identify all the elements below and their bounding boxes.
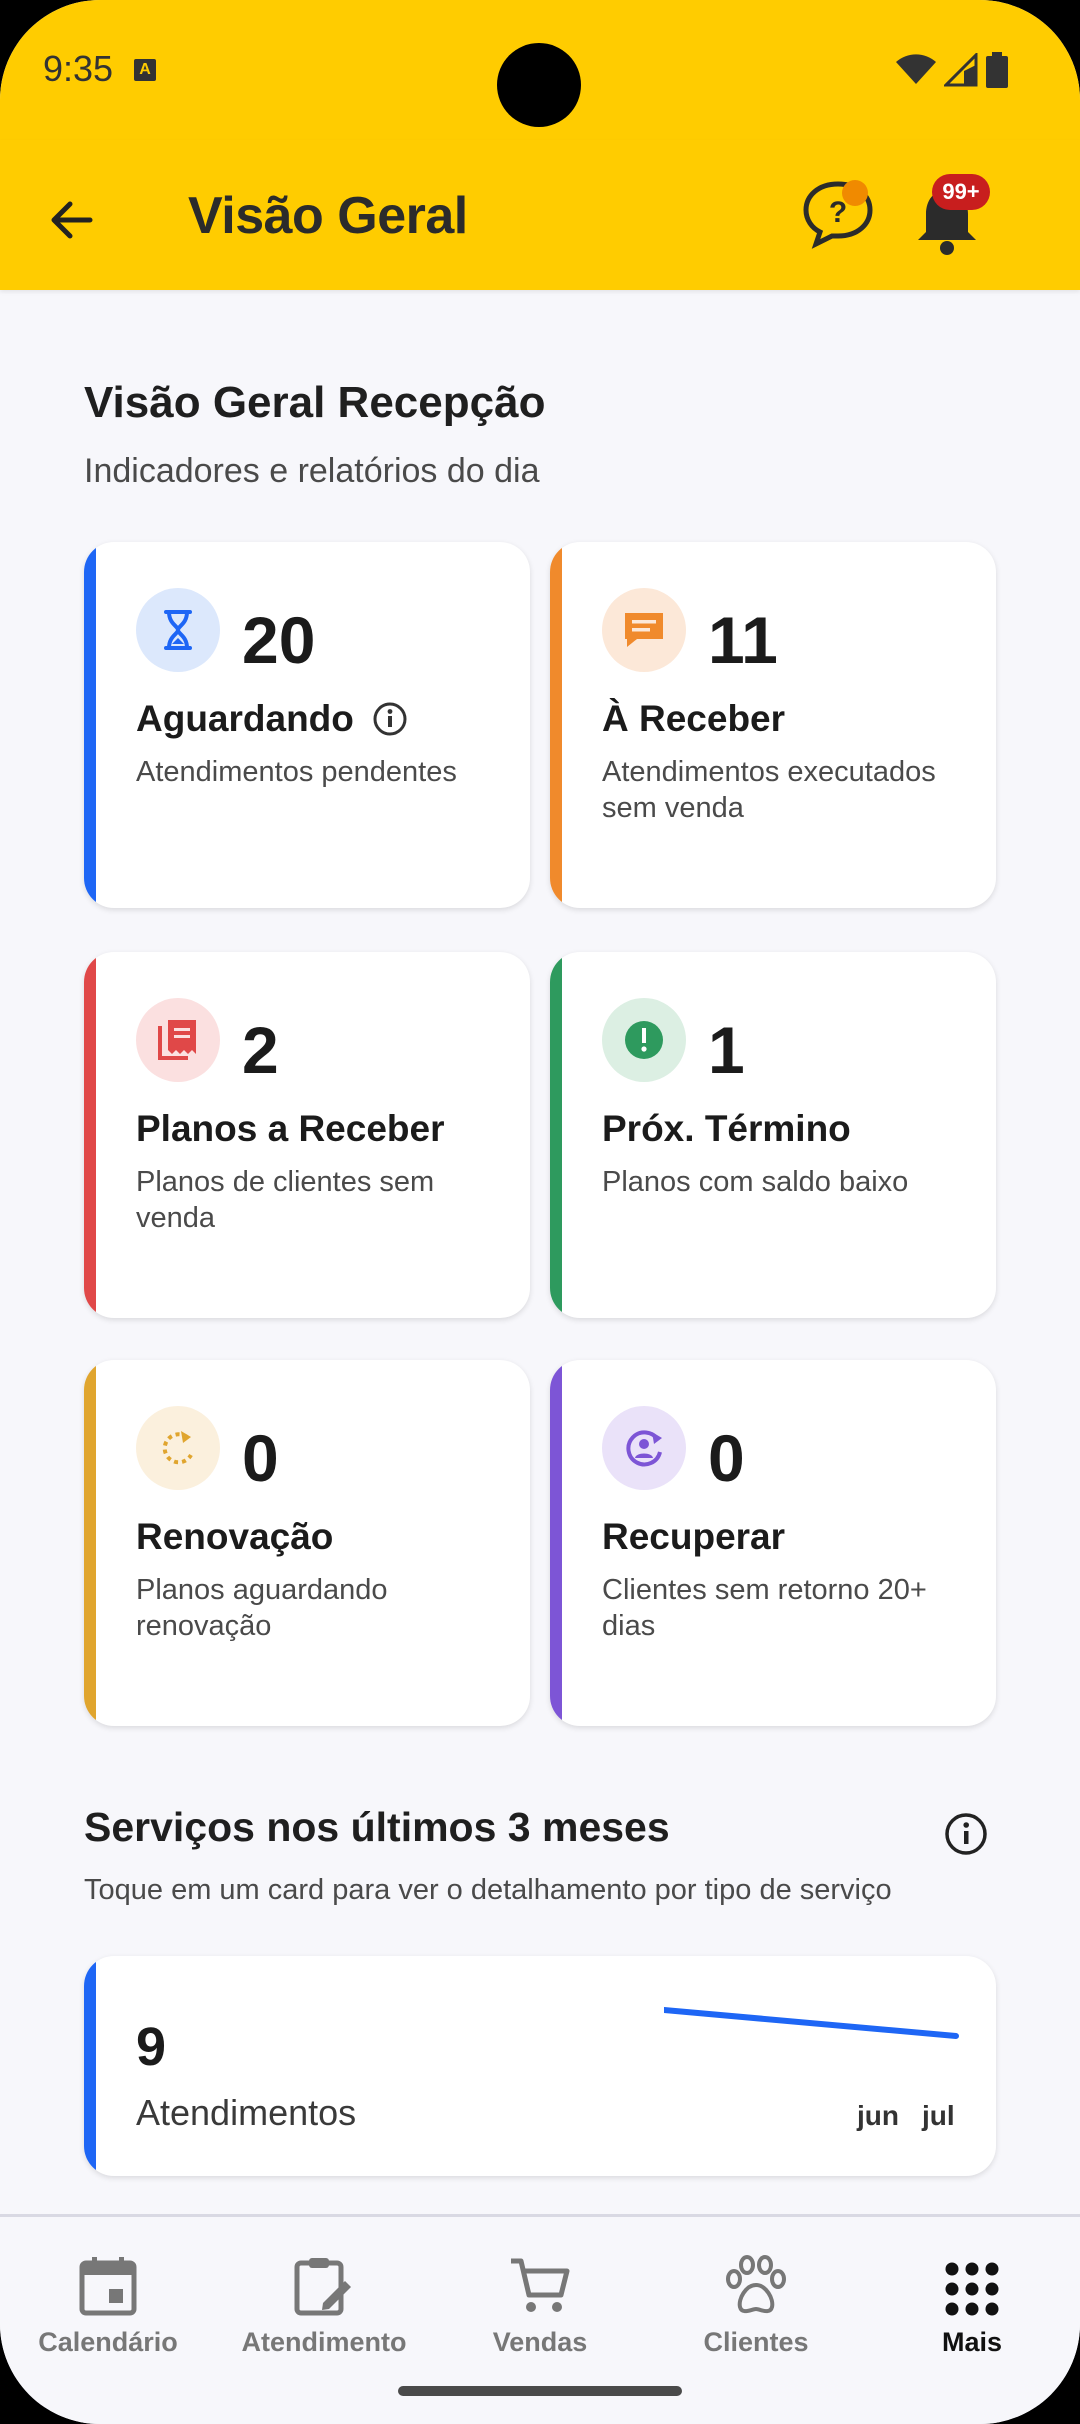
- status-bar: 9:35 A: [0, 0, 1080, 140]
- card-accent-bar: [84, 1956, 96, 2176]
- battery-icon: [986, 52, 1008, 88]
- card-label: Renovação: [136, 1516, 333, 1558]
- person-sync-icon: [602, 1406, 686, 1490]
- card-count: 2: [242, 1013, 279, 1087]
- nav-atendimento[interactable]: Atendimento: [216, 2237, 432, 2358]
- clipboard-edit-icon: [294, 2258, 351, 2316]
- nav-clientes[interactable]: Clientes: [648, 2237, 864, 2358]
- nav-label: Clientes: [703, 2327, 809, 2357]
- services-count: 9: [136, 2017, 167, 2077]
- card-description: Planos com saldo baixo: [602, 1166, 909, 1198]
- card-label: Aguardando: [136, 698, 408, 740]
- card-label-text: Aguardando: [136, 698, 354, 739]
- card-count: 0: [242, 1421, 279, 1495]
- card-accent-bar: [84, 1360, 96, 1726]
- refresh-icon: [136, 1406, 220, 1490]
- month-label: jul: [922, 2100, 955, 2131]
- a-notification-icon: A: [134, 59, 156, 81]
- home-indicator[interactable]: [398, 2386, 682, 2396]
- app-bar: Visão Geral ? 99+: [0, 140, 1080, 290]
- card-description: Planos de clientes sem venda: [136, 1166, 435, 1234]
- page-title: Visão Geral: [188, 187, 468, 245]
- status-icons: [896, 52, 1008, 88]
- card-recuperar[interactable]: 0 Recuperar Clientes sem retorno 20+ dia…: [550, 1360, 996, 1726]
- card-label: Próx. Término: [602, 1108, 851, 1150]
- card-label: À Receber: [602, 698, 785, 740]
- card-accent-bar: [550, 1360, 562, 1726]
- card-count: 20: [242, 603, 316, 677]
- nav-mais[interactable]: Mais: [864, 2237, 1080, 2358]
- card-label-text: Recuperar: [602, 1516, 786, 1557]
- card-accent-bar: [84, 542, 96, 908]
- card-description: Atendimentos executados sem venda: [602, 756, 936, 824]
- nav-label: Vendas: [492, 2327, 588, 2357]
- overview-title: Visão Geral Recepção: [84, 378, 546, 427]
- card-count: 1: [708, 1013, 745, 1087]
- card-label: Recuperar: [602, 1516, 785, 1558]
- receipt-icon: [136, 998, 220, 1082]
- card-count: 11: [708, 603, 778, 677]
- nav-vendas[interactable]: Vendas: [432, 2237, 648, 2358]
- info-icon[interactable]: [944, 1812, 988, 1856]
- services-label: Atendimentos: [136, 2092, 357, 2133]
- sparkline-line: [664, 2007, 959, 2039]
- phone-screen: 9:35 A Visão Geral ? 99+ Visão Geral Rec…: [0, 0, 1080, 2424]
- help-indicator-dot: [842, 180, 868, 206]
- card-label: Planos a Receber: [136, 1108, 444, 1150]
- hourglass-icon: [136, 588, 220, 672]
- status-time: 9:35: [43, 48, 114, 89]
- card-renovacao[interactable]: 0 Renovação Planos aguardando renovação: [84, 1360, 530, 1726]
- grid-dots-icon: [945, 2262, 999, 2316]
- notification-badge: 99+: [932, 174, 990, 210]
- services-title: Serviços nos últimos 3 meses: [84, 1804, 670, 1850]
- overview-subtitle: Indicadores e relatórios do dia: [84, 452, 540, 490]
- calendar-icon: [79, 2257, 137, 2316]
- card-prox-termino[interactable]: 1 Próx. Término Planos com saldo baixo: [550, 952, 996, 1318]
- card-label-text: Planos a Receber: [136, 1108, 445, 1149]
- card-aguardando[interactable]: 20 Aguardando Atendimentos pendentes: [84, 542, 530, 908]
- sparkline: [664, 2007, 959, 2039]
- services-card-atendimentos[interactable]: 9 Atendimentos jun jul: [84, 1956, 996, 2176]
- card-accent-bar: [550, 542, 562, 908]
- month-label: jun: [857, 2100, 899, 2131]
- card-planos-a-receber[interactable]: 2 Planos a Receber Planos de clientes se…: [84, 952, 530, 1318]
- nav-label: Calendário: [38, 2327, 178, 2357]
- paw-icon: [726, 2255, 786, 2314]
- card-label-text: Renovação: [136, 1516, 334, 1557]
- alert-icon: [602, 998, 686, 1082]
- card-label-text: À Receber: [602, 698, 786, 739]
- back-arrow-icon[interactable]: [42, 190, 102, 250]
- services-subtitle: Toque em um card para ver o detalhamento…: [84, 1874, 892, 1906]
- wifi-icon: [896, 54, 936, 84]
- nav-calendario[interactable]: Calendário: [0, 2237, 216, 2358]
- card-count: 0: [708, 1421, 745, 1495]
- card-a-receber[interactable]: 11 À Receber Atendimentos executados sem…: [550, 542, 996, 908]
- card-label-text: Próx. Término: [602, 1108, 851, 1149]
- card-description: Atendimentos pendentes: [136, 756, 457, 788]
- card-description: Clientes sem retorno 20+ dias: [602, 1574, 927, 1642]
- camera-cutout: [497, 43, 581, 127]
- info-icon[interactable]: [372, 701, 408, 737]
- signal-icon: [944, 53, 978, 87]
- cart-icon: [511, 2258, 570, 2312]
- nav-label: Atendimento: [241, 2327, 407, 2357]
- card-accent-bar: [550, 952, 562, 1318]
- nav-label: Mais: [941, 2327, 1003, 2357]
- message-icon: [602, 588, 686, 672]
- card-description: Planos aguardando renovação: [136, 1574, 388, 1642]
- card-accent-bar: [84, 952, 96, 1318]
